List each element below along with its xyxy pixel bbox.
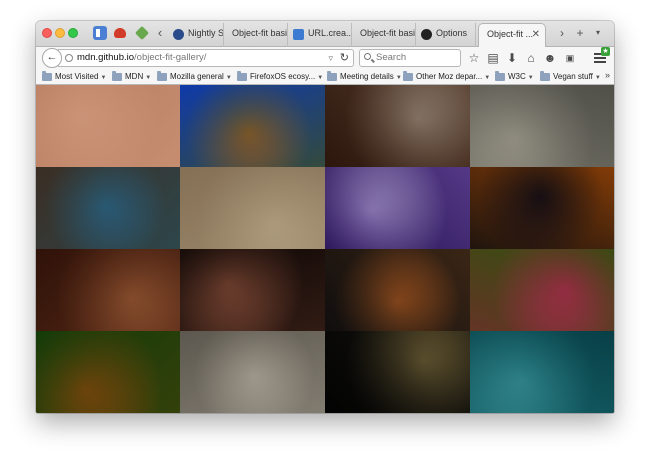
bookmark-meeting-details[interactable]: Meeting details ▼ xyxy=(327,71,402,83)
gallery-image xyxy=(470,249,614,331)
hamburger-menu-icon[interactable]: ★ xyxy=(592,47,610,66)
bookmark-vegan-stuff[interactable]: Vegan stuff ▼ xyxy=(540,71,601,83)
globe-icon xyxy=(173,29,184,40)
gallery-image xyxy=(325,85,470,167)
gallery-image xyxy=(325,167,470,249)
tab-url-create[interactable]: URL.crea... xyxy=(288,23,352,47)
tab-label: Options xyxy=(436,28,468,38)
url-bar[interactable]: mdn.github.io/object-fit-gallery/ ▿ ↻ xyxy=(58,49,354,67)
tab-scroll-right-icon[interactable]: › xyxy=(555,25,569,41)
url-path: /object-fit-gallery/ xyxy=(134,52,207,63)
download-icon[interactable]: ⬇ xyxy=(504,50,520,66)
navigation-toolbar: mdn.github.io/object-fit-gallery/ ▿ ↻ ← … xyxy=(36,47,614,69)
bookmark-most-visited[interactable]: Most Visited ▼ xyxy=(42,71,106,83)
folder-icon xyxy=(112,71,122,81)
tab-label: Nightly St... xyxy=(188,28,224,38)
bookmark-label: Other Moz depar... xyxy=(416,72,483,81)
pinned-tab-trello-icon[interactable] xyxy=(93,26,107,40)
back-button[interactable]: ← xyxy=(42,48,62,68)
gallery-image xyxy=(325,331,470,413)
reading-list-icon[interactable]: ▤ xyxy=(485,50,501,66)
bookmark-label: Most Visited xyxy=(55,72,99,81)
folder-icon xyxy=(42,71,52,81)
tab-strip: ‹ Nightly St... Object-fit basi... URL.c… xyxy=(36,21,614,48)
update-badge-icon: ★ xyxy=(601,47,610,56)
url-host: mdn.github.io xyxy=(77,52,135,63)
bookmark-label: Meeting details xyxy=(340,72,394,81)
new-tab-icon[interactable]: + xyxy=(573,25,587,41)
bookmarks-toolbar: Most Visited ▼ MDN ▼ Mozilla general ▼ Fire… xyxy=(36,69,614,85)
search-placeholder: Search xyxy=(376,52,407,63)
bookmark-mozilla-general[interactable]: Mozilla general ▼ xyxy=(157,71,232,83)
home-icon[interactable]: ⌂ xyxy=(523,50,539,66)
gallery-image xyxy=(470,331,614,413)
tab-object-fit-active[interactable]: Object-fit ... ✕ xyxy=(478,23,546,48)
search-input[interactable]: Search xyxy=(359,49,461,67)
reload-icon[interactable]: ↻ xyxy=(340,50,349,66)
tab-nightly[interactable]: Nightly St... xyxy=(168,23,224,47)
gallery-image xyxy=(180,249,325,331)
bookmark-other-moz[interactable]: Other Moz depar... ▼ xyxy=(403,71,490,83)
chevron-down-icon: ▼ xyxy=(484,75,491,81)
bookmark-label: W3C xyxy=(508,72,526,81)
chevron-down-icon: ▼ xyxy=(527,75,534,81)
folder-icon xyxy=(403,71,413,81)
gallery-image xyxy=(36,167,180,249)
back-arrow-icon: ← xyxy=(46,51,58,63)
gallery-image xyxy=(180,331,325,413)
folder-icon xyxy=(327,71,337,81)
tab-list-chevron-down-icon[interactable]: ▾ xyxy=(591,25,605,41)
chat-icon[interactable]: ☻ xyxy=(542,50,558,66)
folder-icon xyxy=(157,71,167,81)
tab-label: Object-fit basi... xyxy=(232,28,288,38)
github-icon xyxy=(421,29,432,40)
browser-window: ‹ Nightly St... Object-fit basi... URL.c… xyxy=(36,21,614,413)
gallery-image xyxy=(470,167,614,249)
gallery-image xyxy=(36,331,180,413)
bookmark-label: MDN xyxy=(125,72,144,81)
close-window-button[interactable] xyxy=(42,28,52,38)
minimize-window-button[interactable] xyxy=(55,28,65,38)
url-history-chevron-down-icon[interactable]: ▿ xyxy=(328,50,333,66)
chevron-down-icon: ▼ xyxy=(395,75,402,81)
chevron-down-icon: ▼ xyxy=(225,75,232,81)
chevron-down-icon: ▼ xyxy=(317,75,324,81)
folder-icon xyxy=(540,71,550,81)
bookmark-firefoxos[interactable]: FirefoxOS ecosy... ▼ xyxy=(237,71,323,83)
tab-object-fit-1[interactable]: Object-fit basi... xyxy=(224,23,288,47)
pinned-tab-leaf-icon[interactable] xyxy=(135,26,149,40)
youtube-icon[interactable]: ▣ xyxy=(562,50,578,66)
gallery-image xyxy=(180,85,325,167)
pinned-tab-bug-icon[interactable] xyxy=(113,26,127,40)
gallery-image xyxy=(36,85,180,167)
gallery-image xyxy=(325,249,470,331)
tab-options[interactable]: Options xyxy=(416,23,476,47)
object-fit-gallery xyxy=(36,85,614,413)
folder-icon xyxy=(237,71,247,81)
zoom-window-button[interactable] xyxy=(68,28,78,38)
tab-label: Object-fit basi... xyxy=(360,28,416,38)
folder-icon xyxy=(495,71,505,81)
bookmark-w3c[interactable]: W3C ▼ xyxy=(495,71,534,83)
star-icon[interactable]: ☆ xyxy=(466,50,482,66)
tab-label: Object-fit ... xyxy=(487,29,534,39)
mdn-icon xyxy=(293,29,304,40)
tab-object-fit-2[interactable]: Object-fit basi... xyxy=(352,23,416,47)
bookmark-mdn[interactable]: MDN ▼ xyxy=(112,71,151,83)
bookmark-label: FirefoxOS ecosy... xyxy=(250,72,316,81)
bookmark-label: Mozilla general xyxy=(170,72,224,81)
chevron-down-icon: ▼ xyxy=(100,75,107,81)
gallery-image xyxy=(36,249,180,331)
bookmarks-overflow-icon[interactable]: » xyxy=(605,70,610,80)
close-tab-icon[interactable]: ✕ xyxy=(532,29,540,40)
search-icon xyxy=(364,53,371,60)
bookmark-label: Vegan stuff xyxy=(553,72,593,81)
chevron-down-icon: ▼ xyxy=(145,75,152,81)
tab-label: URL.crea... xyxy=(308,28,352,38)
tab-scroll-left-icon[interactable]: ‹ xyxy=(154,25,166,41)
gallery-image xyxy=(180,167,325,249)
gallery-image xyxy=(470,85,614,167)
chevron-down-icon: ▼ xyxy=(594,75,601,81)
site-identity-icon[interactable] xyxy=(65,54,73,62)
